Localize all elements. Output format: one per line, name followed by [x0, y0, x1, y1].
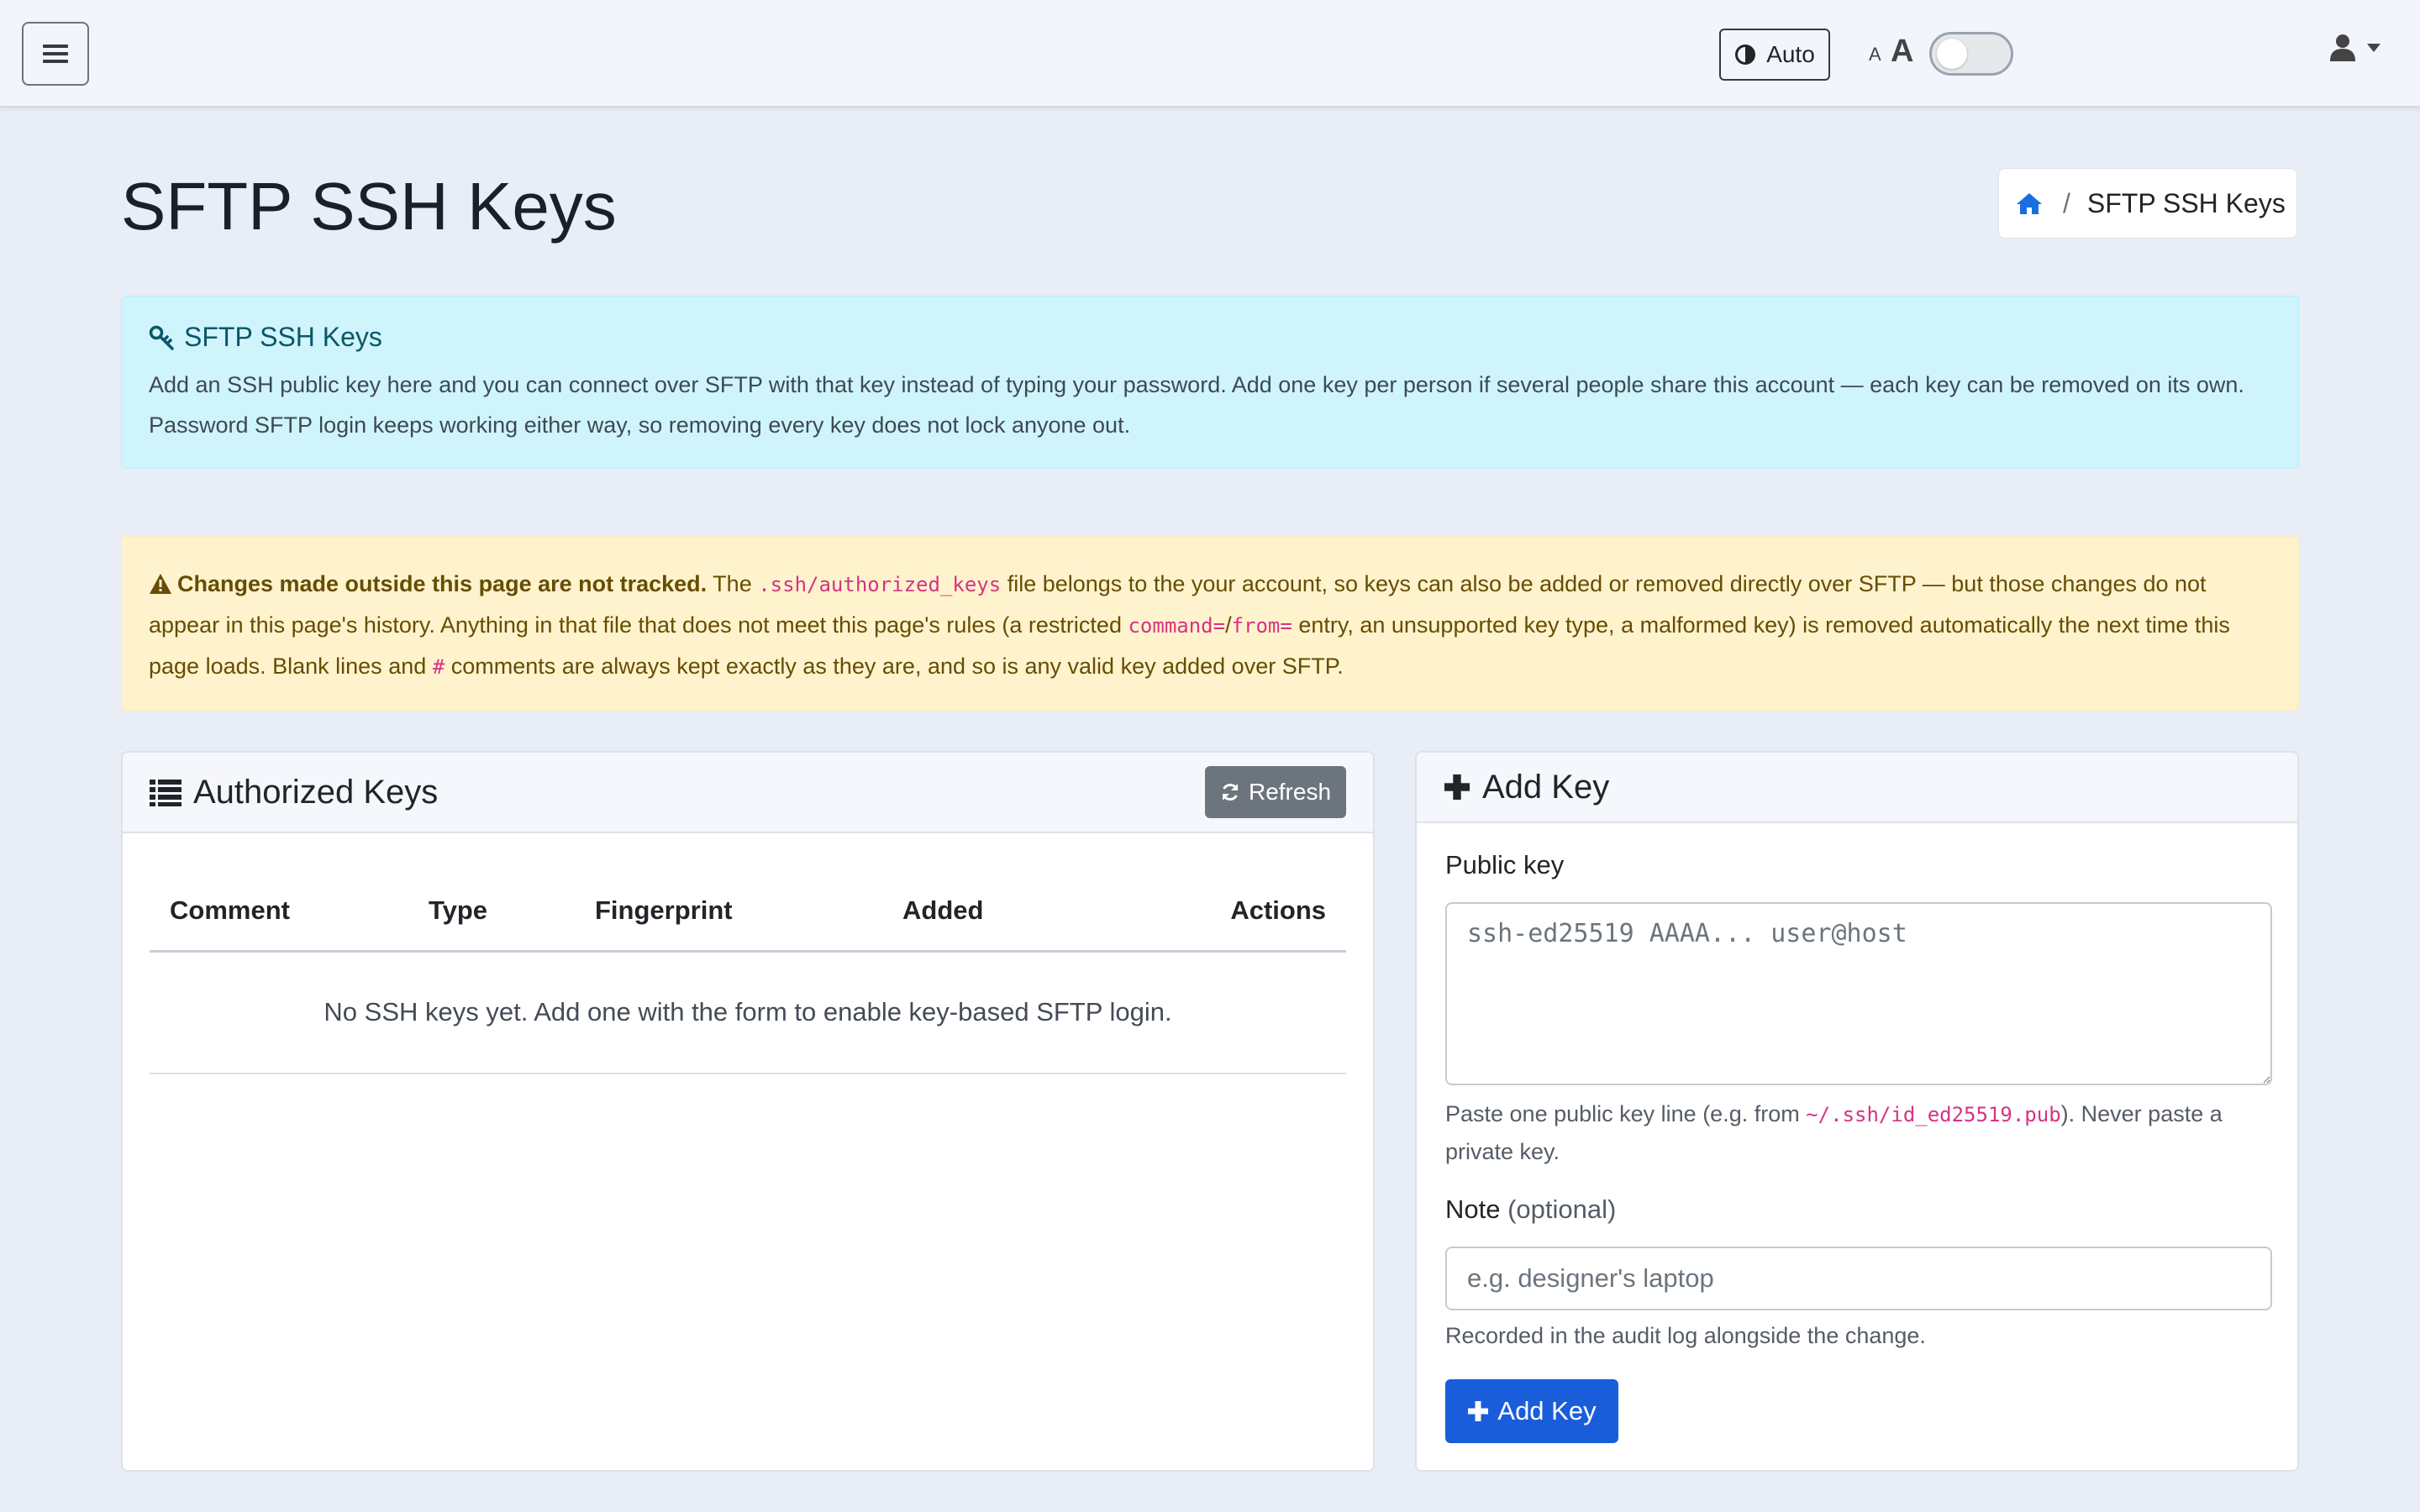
- info-alert: SFTP SSH Keys Add an SSH public key here…: [121, 296, 2299, 469]
- plus-icon: [1444, 774, 1470, 801]
- authorized-keys-title: Authorized Keys: [193, 773, 439, 811]
- warning-text-1: The: [707, 571, 759, 596]
- public-key-path-code: ~/.ssh/id_ed25519.pub: [1806, 1103, 2061, 1126]
- note-label-text: Note: [1445, 1194, 1501, 1224]
- public-key-textarea[interactable]: [1445, 902, 2272, 1085]
- refresh-icon: [1222, 783, 1239, 801]
- font-size-small-label: A: [1869, 44, 1881, 65]
- caret-down-icon: [2367, 44, 2381, 52]
- breadcrumb: / SFTP SSH Keys: [1998, 168, 2297, 239]
- warning-triangle-icon: [150, 574, 171, 594]
- public-key-label: Public key: [1445, 850, 1565, 879]
- add-key-title: Add Key: [1482, 768, 1610, 806]
- hash-comment-code: #: [432, 655, 445, 679]
- plus-icon: [1468, 1401, 1489, 1421]
- breadcrumb-separator: /: [2063, 187, 2070, 218]
- user-menu-dropdown[interactable]: [2329, 34, 2381, 62]
- table-row: No SSH keys yet. Add one with the form t…: [150, 951, 1346, 1074]
- top-navbar: Auto A A: [0, 0, 2420, 108]
- column-added: Added: [902, 872, 1198, 953]
- breadcrumb-current: SFTP SSH Keys: [2086, 187, 2286, 218]
- note-optional-text: (optional): [1507, 1194, 1617, 1224]
- info-alert-body: Add an SSH public key here and you can c…: [149, 372, 2244, 438]
- theme-switch-button[interactable]: Auto: [1719, 29, 1830, 81]
- theme-label: Auto: [1766, 41, 1815, 67]
- refresh-label: Refresh: [1248, 779, 1332, 805]
- home-icon[interactable]: [2016, 192, 2043, 215]
- note-label: Note (optional): [1445, 1194, 1616, 1225]
- empty-table-message: No SSH keys yet. Add one with the form t…: [150, 951, 1346, 1074]
- add-key-card: Add Key Public key Paste one public key …: [1415, 751, 2299, 1472]
- toggle-knob: [1937, 39, 1967, 69]
- from-option-code: from=: [1231, 614, 1292, 638]
- command-option-code: command=: [1128, 614, 1226, 638]
- note-help: Recorded in the audit log alongside the …: [1445, 1323, 1926, 1348]
- page-title: SFTP SSH Keys: [121, 169, 617, 244]
- list-icon: [150, 780, 182, 806]
- authorized-keys-card: Authorized Keys Refresh Comment Type Fin…: [121, 751, 1375, 1472]
- font-size-toggle[interactable]: [1929, 32, 2013, 76]
- refresh-button[interactable]: Refresh: [1205, 766, 1346, 818]
- column-actions: Actions: [1198, 872, 1346, 953]
- warning-text-4: comments are always kept exactly as they…: [445, 654, 1344, 679]
- authorized-keys-header: Authorized Keys Refresh: [123, 753, 1373, 833]
- column-type: Type: [429, 872, 595, 953]
- note-input[interactable]: [1445, 1247, 2272, 1310]
- add-key-button-label: Add Key: [1497, 1396, 1597, 1425]
- add-key-header: Add Key: [1417, 753, 2297, 823]
- font-size-large-label: A: [1891, 34, 1914, 69]
- warning-alert: Changes made outside this page are not t…: [121, 536, 2299, 711]
- column-comment: Comment: [150, 872, 429, 953]
- column-fingerprint: Fingerprint: [595, 872, 902, 953]
- public-key-help: Paste one public key line (e.g. from ~/.…: [1445, 1095, 2277, 1170]
- info-alert-title: SFTP SSH Keys: [184, 322, 382, 352]
- sidebar-toggle-button[interactable]: [22, 22, 89, 86]
- user-icon: [2330, 34, 2355, 61]
- key-icon: [149, 325, 174, 350]
- hamburger-icon: [43, 45, 68, 63]
- table-header-row: Comment Type Fingerprint Added Actions: [150, 872, 1346, 953]
- authorized-keys-path: .ssh/authorized_keys: [758, 573, 1002, 596]
- add-key-button[interactable]: Add Key: [1445, 1379, 1618, 1443]
- contrast-icon: [1735, 45, 1756, 65]
- authorized-keys-table: Comment Type Fingerprint Added Actions N…: [150, 872, 1346, 1074]
- warning-slash: /: [1225, 612, 1232, 638]
- public-key-help-text-1: Paste one public key line (e.g. from: [1445, 1101, 1807, 1126]
- warning-alert-bold: Changes made outside this page are not t…: [177, 571, 708, 596]
